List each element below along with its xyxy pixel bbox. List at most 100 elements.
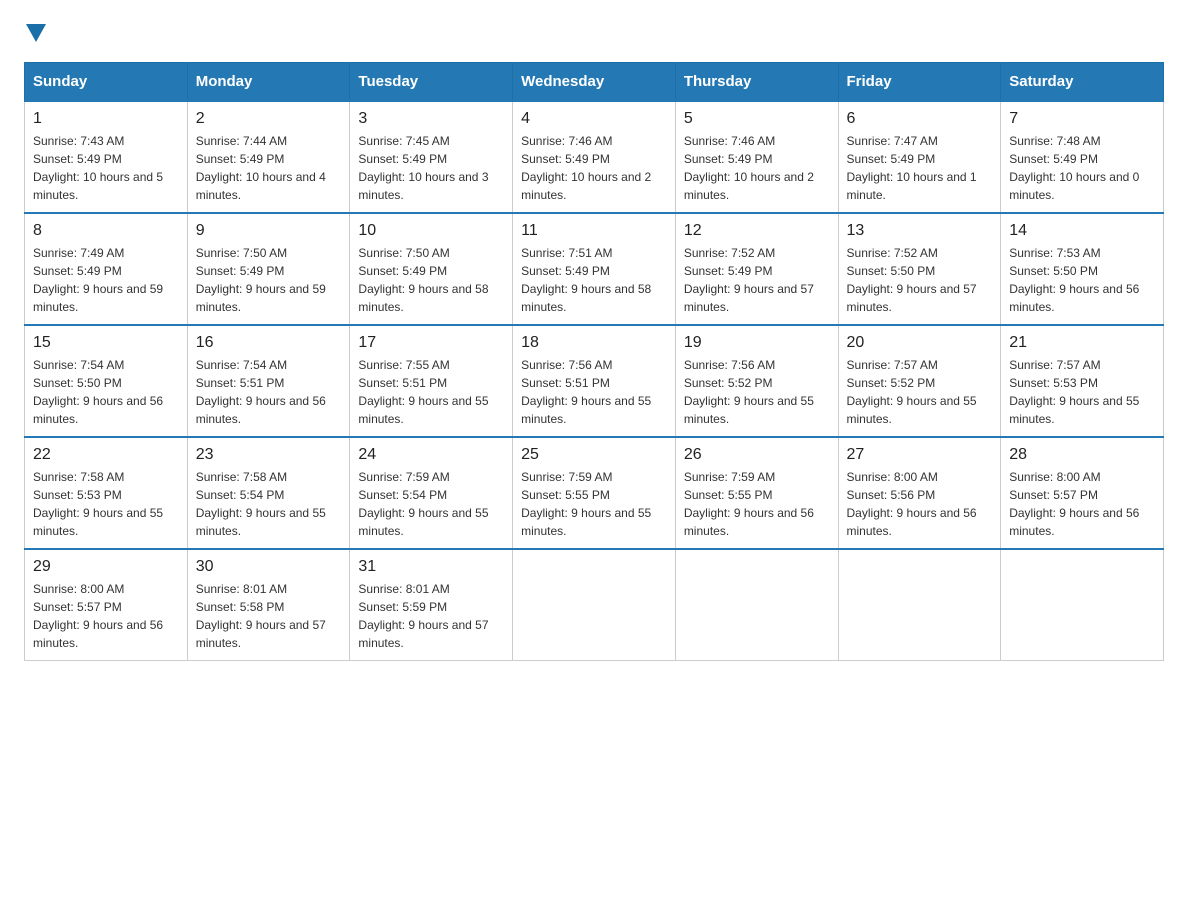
day-number: 16: [196, 334, 342, 352]
day-info: Sunrise: 8:00 AM Sunset: 5:57 PM Dayligh…: [33, 580, 179, 652]
calendar-cell: 8 Sunrise: 7:49 AM Sunset: 5:49 PM Dayli…: [25, 213, 188, 325]
calendar-cell: 15 Sunrise: 7:54 AM Sunset: 5:50 PM Dayl…: [25, 325, 188, 437]
day-info: Sunrise: 7:46 AM Sunset: 5:49 PM Dayligh…: [521, 132, 667, 204]
calendar-cell: 18 Sunrise: 7:56 AM Sunset: 5:51 PM Dayl…: [513, 325, 676, 437]
day-number: 10: [358, 222, 504, 240]
calendar-cell: 25 Sunrise: 7:59 AM Sunset: 5:55 PM Dayl…: [513, 437, 676, 549]
day-info: Sunrise: 7:46 AM Sunset: 5:49 PM Dayligh…: [684, 132, 830, 204]
day-info: Sunrise: 7:48 AM Sunset: 5:49 PM Dayligh…: [1009, 132, 1155, 204]
day-info: Sunrise: 7:57 AM Sunset: 5:52 PM Dayligh…: [847, 356, 993, 428]
calendar-cell: 27 Sunrise: 8:00 AM Sunset: 5:56 PM Dayl…: [838, 437, 1001, 549]
day-number: 7: [1009, 110, 1155, 128]
day-number: 13: [847, 222, 993, 240]
day-number: 20: [847, 334, 993, 352]
day-number: 22: [33, 446, 179, 464]
day-info: Sunrise: 7:53 AM Sunset: 5:50 PM Dayligh…: [1009, 244, 1155, 316]
calendar-cell: 19 Sunrise: 7:56 AM Sunset: 5:52 PM Dayl…: [675, 325, 838, 437]
day-info: Sunrise: 8:01 AM Sunset: 5:58 PM Dayligh…: [196, 580, 342, 652]
header-wednesday: Wednesday: [513, 63, 676, 102]
header-thursday: Thursday: [675, 63, 838, 102]
day-number: 29: [33, 558, 179, 576]
calendar-cell: 1 Sunrise: 7:43 AM Sunset: 5:49 PM Dayli…: [25, 101, 188, 213]
day-number: 23: [196, 446, 342, 464]
calendar-cell: [1001, 549, 1164, 661]
day-number: 8: [33, 222, 179, 240]
day-info: Sunrise: 8:01 AM Sunset: 5:59 PM Dayligh…: [358, 580, 504, 652]
calendar-cell: 10 Sunrise: 7:50 AM Sunset: 5:49 PM Dayl…: [350, 213, 513, 325]
day-number: 1: [33, 110, 179, 128]
calendar-cell: 13 Sunrise: 7:52 AM Sunset: 5:50 PM Dayl…: [838, 213, 1001, 325]
week-row-1: 1 Sunrise: 7:43 AM Sunset: 5:49 PM Dayli…: [25, 101, 1164, 213]
day-info: Sunrise: 7:54 AM Sunset: 5:51 PM Dayligh…: [196, 356, 342, 428]
day-info: Sunrise: 7:52 AM Sunset: 5:49 PM Dayligh…: [684, 244, 830, 316]
calendar-cell: 3 Sunrise: 7:45 AM Sunset: 5:49 PM Dayli…: [350, 101, 513, 213]
calendar-cell: 29 Sunrise: 8:00 AM Sunset: 5:57 PM Dayl…: [25, 549, 188, 661]
calendar-cell: [513, 549, 676, 661]
day-number: 30: [196, 558, 342, 576]
day-info: Sunrise: 8:00 AM Sunset: 5:57 PM Dayligh…: [1009, 468, 1155, 540]
calendar-cell: 28 Sunrise: 8:00 AM Sunset: 5:57 PM Dayl…: [1001, 437, 1164, 549]
header-tuesday: Tuesday: [350, 63, 513, 102]
day-info: Sunrise: 7:54 AM Sunset: 5:50 PM Dayligh…: [33, 356, 179, 428]
calendar-cell: 24 Sunrise: 7:59 AM Sunset: 5:54 PM Dayl…: [350, 437, 513, 549]
day-number: 17: [358, 334, 504, 352]
calendar-cell: 21 Sunrise: 7:57 AM Sunset: 5:53 PM Dayl…: [1001, 325, 1164, 437]
calendar-cell: 9 Sunrise: 7:50 AM Sunset: 5:49 PM Dayli…: [187, 213, 350, 325]
week-row-4: 22 Sunrise: 7:58 AM Sunset: 5:53 PM Dayl…: [25, 437, 1164, 549]
day-info: Sunrise: 7:56 AM Sunset: 5:52 PM Dayligh…: [684, 356, 830, 428]
day-info: Sunrise: 7:51 AM Sunset: 5:49 PM Dayligh…: [521, 244, 667, 316]
header-sunday: Sunday: [25, 63, 188, 102]
calendar-cell: 22 Sunrise: 7:58 AM Sunset: 5:53 PM Dayl…: [25, 437, 188, 549]
day-info: Sunrise: 7:50 AM Sunset: 5:49 PM Dayligh…: [358, 244, 504, 316]
calendar-cell: [838, 549, 1001, 661]
calendar-cell: 11 Sunrise: 7:51 AM Sunset: 5:49 PM Dayl…: [513, 213, 676, 325]
calendar-cell: 5 Sunrise: 7:46 AM Sunset: 5:49 PM Dayli…: [675, 101, 838, 213]
day-number: 21: [1009, 334, 1155, 352]
calendar-cell: 6 Sunrise: 7:47 AM Sunset: 5:49 PM Dayli…: [838, 101, 1001, 213]
day-number: 12: [684, 222, 830, 240]
logo: [24, 24, 48, 42]
day-info: Sunrise: 7:43 AM Sunset: 5:49 PM Dayligh…: [33, 132, 179, 204]
day-number: 18: [521, 334, 667, 352]
calendar-cell: 26 Sunrise: 7:59 AM Sunset: 5:55 PM Dayl…: [675, 437, 838, 549]
day-info: Sunrise: 7:56 AM Sunset: 5:51 PM Dayligh…: [521, 356, 667, 428]
calendar-cell: [675, 549, 838, 661]
day-info: Sunrise: 8:00 AM Sunset: 5:56 PM Dayligh…: [847, 468, 993, 540]
day-number: 4: [521, 110, 667, 128]
calendar-cell: 30 Sunrise: 8:01 AM Sunset: 5:58 PM Dayl…: [187, 549, 350, 661]
calendar-header: SundayMondayTuesdayWednesdayThursdayFrid…: [25, 63, 1164, 102]
day-number: 28: [1009, 446, 1155, 464]
day-info: Sunrise: 7:59 AM Sunset: 5:55 PM Dayligh…: [521, 468, 667, 540]
day-info: Sunrise: 7:52 AM Sunset: 5:50 PM Dayligh…: [847, 244, 993, 316]
calendar-cell: 14 Sunrise: 7:53 AM Sunset: 5:50 PM Dayl…: [1001, 213, 1164, 325]
day-number: 2: [196, 110, 342, 128]
week-row-5: 29 Sunrise: 8:00 AM Sunset: 5:57 PM Dayl…: [25, 549, 1164, 661]
calendar-table: SundayMondayTuesdayWednesdayThursdayFrid…: [24, 62, 1164, 661]
calendar-cell: 12 Sunrise: 7:52 AM Sunset: 5:49 PM Dayl…: [675, 213, 838, 325]
calendar-cell: 23 Sunrise: 7:58 AM Sunset: 5:54 PM Dayl…: [187, 437, 350, 549]
calendar-cell: 2 Sunrise: 7:44 AM Sunset: 5:49 PM Dayli…: [187, 101, 350, 213]
week-row-3: 15 Sunrise: 7:54 AM Sunset: 5:50 PM Dayl…: [25, 325, 1164, 437]
day-info: Sunrise: 7:57 AM Sunset: 5:53 PM Dayligh…: [1009, 356, 1155, 428]
day-number: 5: [684, 110, 830, 128]
day-info: Sunrise: 7:58 AM Sunset: 5:54 PM Dayligh…: [196, 468, 342, 540]
day-number: 9: [196, 222, 342, 240]
day-info: Sunrise: 7:49 AM Sunset: 5:49 PM Dayligh…: [33, 244, 179, 316]
day-info: Sunrise: 7:45 AM Sunset: 5:49 PM Dayligh…: [358, 132, 504, 204]
day-info: Sunrise: 7:50 AM Sunset: 5:49 PM Dayligh…: [196, 244, 342, 316]
header-monday: Monday: [187, 63, 350, 102]
calendar-cell: 17 Sunrise: 7:55 AM Sunset: 5:51 PM Dayl…: [350, 325, 513, 437]
day-info: Sunrise: 7:55 AM Sunset: 5:51 PM Dayligh…: [358, 356, 504, 428]
day-number: 24: [358, 446, 504, 464]
day-number: 14: [1009, 222, 1155, 240]
day-info: Sunrise: 7:47 AM Sunset: 5:49 PM Dayligh…: [847, 132, 993, 204]
day-number: 6: [847, 110, 993, 128]
day-number: 26: [684, 446, 830, 464]
week-row-2: 8 Sunrise: 7:49 AM Sunset: 5:49 PM Dayli…: [25, 213, 1164, 325]
day-number: 15: [33, 334, 179, 352]
logo-triangle-icon: [26, 24, 46, 42]
day-number: 27: [847, 446, 993, 464]
calendar-cell: 31 Sunrise: 8:01 AM Sunset: 5:59 PM Dayl…: [350, 549, 513, 661]
day-info: Sunrise: 7:44 AM Sunset: 5:49 PM Dayligh…: [196, 132, 342, 204]
day-info: Sunrise: 7:58 AM Sunset: 5:53 PM Dayligh…: [33, 468, 179, 540]
